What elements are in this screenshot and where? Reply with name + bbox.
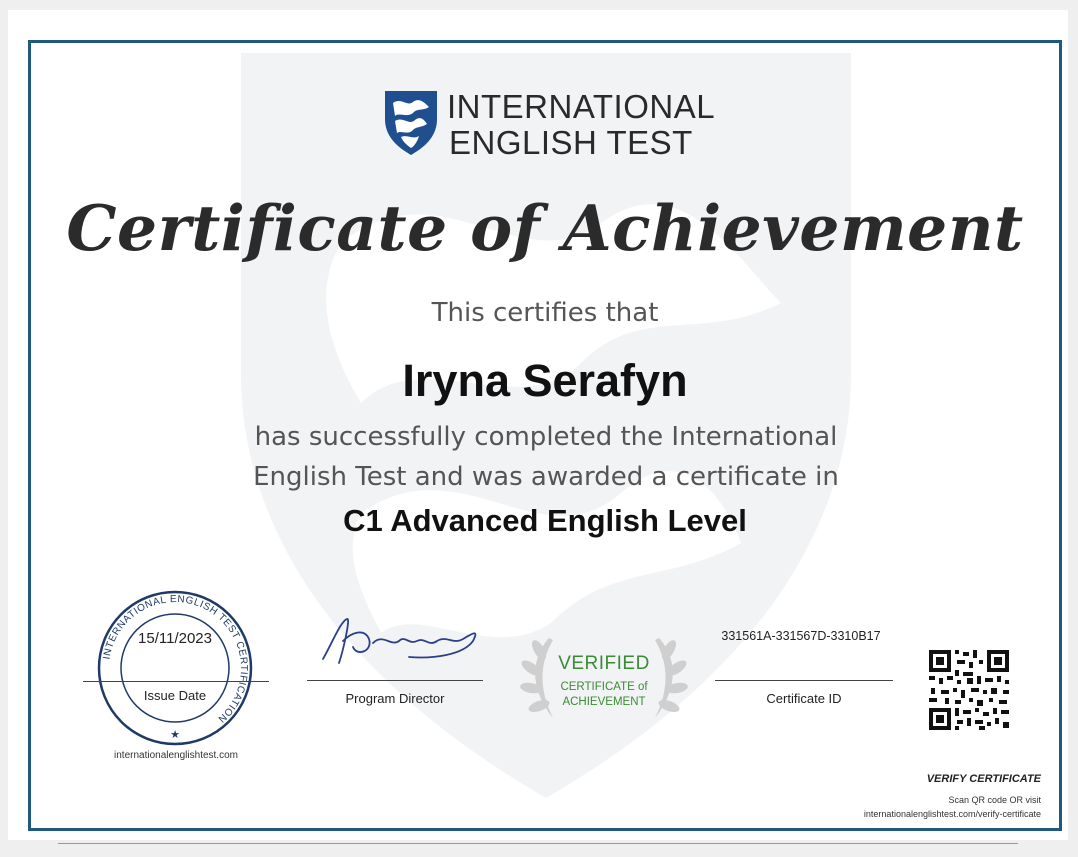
certificate-id-label: Certificate ID <box>766 691 842 706</box>
signature-rule <box>307 680 483 681</box>
verified-line-1: CERTIFICATE of <box>560 681 648 693</box>
certificate-frame: INTERNATIONAL ENGLISH TEST Certificate o… <box>28 40 1062 831</box>
verified-badge: VERIFIED CERTIFICATE of ACHIEVEMENT <box>509 628 699 728</box>
verify-certificate-title: VERIFY CERTIFICATE <box>926 773 1041 785</box>
star-icon: ★ <box>170 729 180 741</box>
seal-ring-icon: INTERNATIONAL ENGLISH TEST CERTIFICATION… <box>97 590 253 746</box>
description-line-1: has successfully completed the Internati… <box>254 422 838 452</box>
qr-code-icon[interactable] <box>927 648 1011 732</box>
logo: INTERNATIONAL ENGLISH TEST <box>383 89 743 161</box>
certificate-level: C1 Advanced English Level <box>343 503 747 538</box>
director-signature <box>322 618 477 664</box>
logo-line-1: INTERNATIONAL <box>447 88 716 125</box>
recipient-name: Iryna Serafyn <box>402 355 688 406</box>
certificate-title: Certificate of Achievement <box>66 191 1024 265</box>
verified-subtitle: CERTIFICATE of ACHIEVEMENT <box>509 680 699 710</box>
page-bottom-rule <box>58 843 1018 844</box>
verify-instruction: Scan QR code OR visit <box>948 795 1041 805</box>
verify-url-link[interactable]: internationalenglishtest.com/verify-cert… <box>864 809 1041 819</box>
certificate-id-value: 331561A-331567D-3310B17 <box>721 629 881 643</box>
shield-crest-icon <box>385 91 437 155</box>
verified-title: VERIFIED <box>558 653 650 674</box>
issue-date-value: 15/11/2023 <box>138 630 212 647</box>
description-line-2: English Test and was awarded a certifica… <box>253 462 839 492</box>
certificate-sheet: INTERNATIONAL ENGLISH TEST Certificate o… <box>8 10 1068 840</box>
certificate-id-rule <box>715 680 893 681</box>
signature-label: Program Director <box>345 691 445 706</box>
verified-line-2: ACHIEVEMENT <box>562 696 646 708</box>
certifies-text: This certifies that <box>431 298 659 328</box>
issue-date-label: Issue Date <box>143 688 207 703</box>
logo-line-2: ENGLISH TEST <box>449 124 693 161</box>
achievement-description: has successfully completed the Internati… <box>221 417 871 497</box>
logo-text: INTERNATIONAL ENGLISH TEST <box>447 89 715 161</box>
issue-date-seal: INTERNATIONAL ENGLISH TEST CERTIFICATION… <box>83 588 269 748</box>
laurel-wreath-icon <box>520 638 688 718</box>
website-text: internationalenglishtest.com <box>114 750 238 761</box>
issue-date-rule <box>83 681 269 682</box>
